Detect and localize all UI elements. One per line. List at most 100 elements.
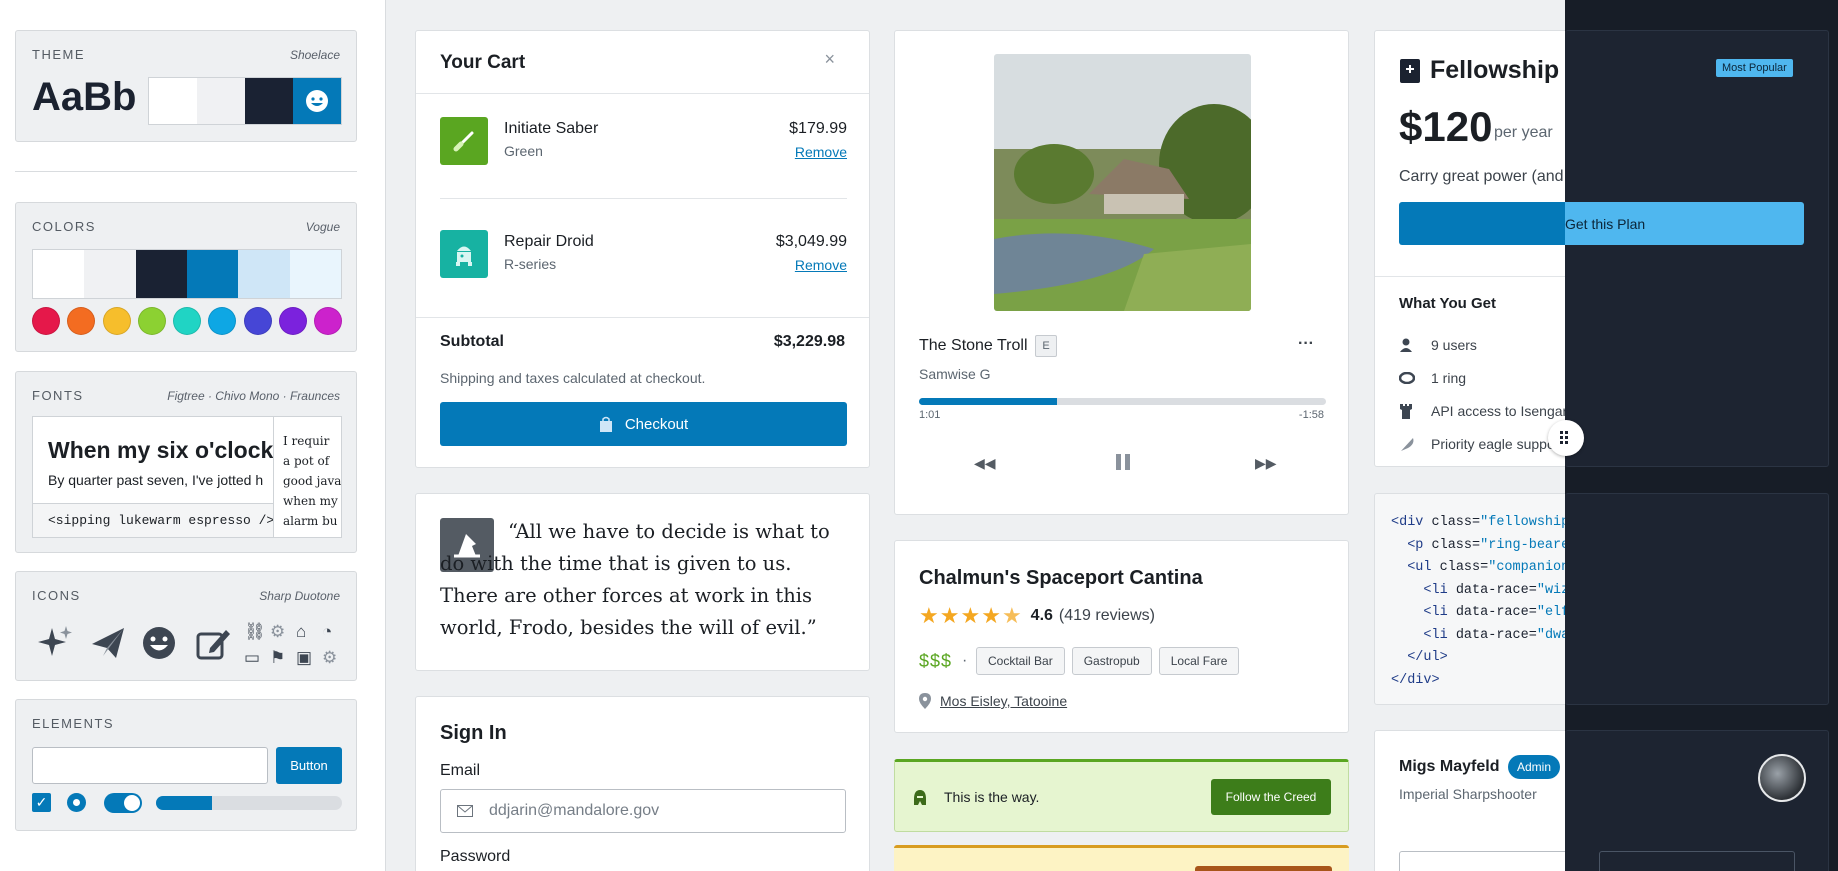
dark-phone-button[interactable] bbox=[1599, 851, 1795, 871]
house-icon: ⌂ bbox=[296, 622, 307, 641]
theme-subtitle: Shoelace bbox=[289, 47, 340, 62]
warning-alert-button[interactable] bbox=[1195, 866, 1332, 871]
sample-button[interactable]: Button bbox=[276, 747, 342, 784]
dark-code-card bbox=[1565, 493, 1829, 705]
tag[interactable]: Local Fare bbox=[1158, 647, 1240, 675]
separator-dot: · bbox=[962, 652, 968, 669]
get-plan-label: Get this Plan bbox=[1565, 215, 1646, 232]
track-title: The Stone Troll bbox=[919, 337, 1028, 354]
forward-icon[interactable]: ▶▶ bbox=[1255, 455, 1277, 472]
elements-panel: Elements Button ✓ bbox=[15, 699, 357, 831]
item-variant: Green bbox=[504, 143, 543, 159]
pause-icon[interactable] bbox=[1116, 454, 1130, 470]
star-rating: ★ ★ ★ ★ ★ 4.6 (419 reviews) bbox=[919, 603, 1155, 629]
rewind-icon[interactable]: ◀◀ bbox=[974, 455, 996, 472]
color-dot[interactable] bbox=[137, 307, 166, 335]
explicit-badge: E bbox=[1035, 335, 1057, 357]
color-dot[interactable] bbox=[32, 307, 60, 335]
place-tags: Cocktail Bar Gastropub Local Fare bbox=[976, 647, 1246, 675]
star-half-icon: ★ bbox=[1001, 603, 1022, 628]
sidebar-divider bbox=[15, 171, 357, 172]
elements-title: Elements bbox=[32, 716, 115, 731]
sparkles-icon bbox=[38, 626, 72, 656]
remove-link[interactable]: Remove bbox=[795, 144, 847, 160]
theme-title: Theme bbox=[32, 47, 85, 62]
quote-text: “All we have to decide is what to do wit… bbox=[440, 520, 830, 639]
feature-item: 1 ring bbox=[1399, 361, 1575, 394]
colors-subtitle: Vogue bbox=[305, 219, 340, 234]
email-field[interactable]: ddjarin@mandalore.gov bbox=[440, 789, 846, 833]
sample-input[interactable] bbox=[32, 747, 268, 784]
theme-sample: AaBb bbox=[32, 75, 137, 119]
link-icon: ⛓ bbox=[244, 622, 266, 641]
cog-icon: ⚙ bbox=[322, 648, 338, 667]
follow-creed-button[interactable]: Follow the Creed bbox=[1211, 779, 1331, 815]
gear-icon: ⚙ bbox=[270, 622, 286, 641]
color-dot[interactable] bbox=[173, 307, 201, 335]
color-dots bbox=[32, 307, 342, 335]
admin-badge: Admin bbox=[1508, 755, 1561, 779]
fonts-subtitle: Figtree · Chivo Mono · Fraunces bbox=[167, 388, 340, 403]
price: $120 bbox=[1399, 103, 1493, 150]
place-title: Chalmun's Spaceport Cantina bbox=[919, 567, 1203, 589]
profile-role: Imperial Sharpshooter bbox=[1399, 786, 1537, 802]
robot-icon bbox=[456, 246, 472, 266]
close-icon[interactable]: × bbox=[824, 49, 835, 70]
icons-panel: Icons Sharp Duotone ⛓ ⚙ ⌂ ◔ ▭ ⚑ ▣ ⚙ bbox=[15, 571, 357, 681]
color-dot[interactable] bbox=[243, 307, 272, 335]
location-pin-icon bbox=[919, 693, 931, 709]
tag[interactable]: Gastropub bbox=[1071, 647, 1152, 675]
sample-toggle[interactable] bbox=[104, 793, 142, 813]
tower-icon bbox=[1400, 403, 1412, 419]
font-serif-line: when my bbox=[283, 494, 338, 508]
most-popular-badge: Most Popular bbox=[1716, 59, 1793, 77]
color-swatches bbox=[32, 249, 342, 299]
sample-checkbox[interactable]: ✓ bbox=[32, 793, 51, 812]
theme-swatches[interactable] bbox=[148, 77, 342, 125]
color-swatch[interactable] bbox=[84, 250, 136, 298]
sidebar: Theme Shoelace AaBb Colors Vogue Fonts F… bbox=[0, 0, 386, 871]
color-dot[interactable] bbox=[278, 307, 307, 335]
cart-card: Your Cart × Initiate Saber Green $179.99… bbox=[415, 30, 870, 468]
color-swatch[interactable] bbox=[186, 250, 239, 298]
item-name: Initiate Saber bbox=[504, 120, 599, 137]
tag[interactable]: Cocktail Bar bbox=[976, 647, 1065, 675]
sample-radio[interactable] bbox=[67, 793, 86, 812]
place-location[interactable]: Mos Eisley, Tatooine bbox=[940, 693, 1067, 709]
avatar bbox=[1758, 754, 1806, 802]
price-level: $$$ bbox=[919, 651, 953, 671]
drag-handle[interactable] bbox=[1548, 420, 1584, 456]
theme-panel: Theme Shoelace AaBb bbox=[15, 30, 357, 142]
remove-link[interactable]: Remove bbox=[795, 257, 847, 273]
price-period: per year bbox=[1494, 124, 1553, 141]
color-swatch[interactable] bbox=[33, 250, 85, 298]
checkout-button[interactable]: Checkout bbox=[440, 402, 847, 446]
font-serif-line: good java bbox=[283, 474, 342, 488]
track-progress[interactable] bbox=[919, 398, 1326, 405]
icons-subtitle: Sharp Duotone bbox=[259, 588, 340, 603]
more-options-icon[interactable]: ··· bbox=[1298, 335, 1314, 353]
color-swatch[interactable] bbox=[135, 250, 187, 298]
review-count: (419 reviews) bbox=[1058, 607, 1155, 624]
color-swatch[interactable] bbox=[238, 250, 290, 298]
item-price: $3,049.99 bbox=[775, 233, 847, 250]
place-card: Chalmun's Spaceport Cantina ★ ★ ★ ★ ★ 4.… bbox=[894, 540, 1349, 733]
fonts-panel: Fonts Figtree · Chivo Mono · Fraunces Wh… bbox=[15, 371, 357, 553]
item-price: $179.99 bbox=[789, 120, 847, 137]
color-dot[interactable] bbox=[314, 307, 342, 335]
get-plan-button[interactable]: Get this Plan bbox=[1565, 202, 1804, 245]
color-swatch[interactable] bbox=[289, 250, 341, 298]
cart-item: Repair Droid R-series $3,049.99 Remove bbox=[440, 230, 847, 290]
star-icon: ★ bbox=[960, 603, 981, 628]
saber-icon bbox=[453, 131, 474, 152]
paper-plane-icon bbox=[92, 628, 124, 658]
email-label: Email bbox=[440, 762, 481, 779]
font-preview: When my six o'clock By quarter past seve… bbox=[32, 416, 342, 538]
color-dot[interactable] bbox=[67, 307, 96, 335]
bookmark-icon: ⚑ bbox=[270, 648, 286, 667]
font-body-sample: By quarter past seven, I've jotted h bbox=[48, 472, 264, 488]
shipping-note: Shipping and taxes calculated at checkou… bbox=[440, 370, 706, 386]
color-dot[interactable] bbox=[208, 307, 237, 335]
user-icon bbox=[1400, 338, 1412, 352]
color-dot[interactable] bbox=[102, 307, 131, 335]
